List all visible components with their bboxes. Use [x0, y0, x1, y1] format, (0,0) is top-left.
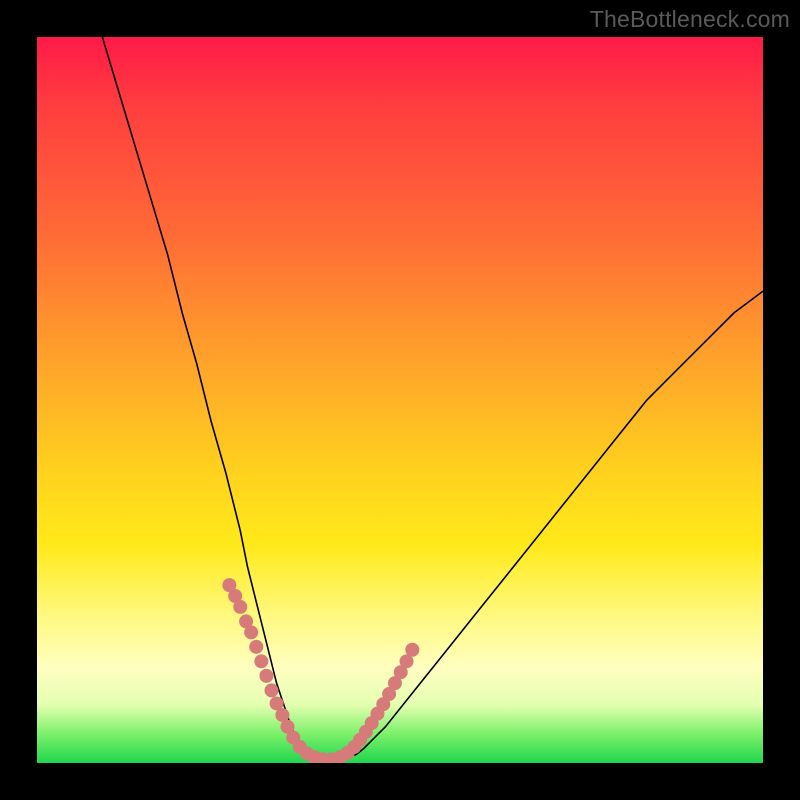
marker-dot: [254, 654, 268, 668]
marker-dots: [222, 578, 419, 763]
marker-dot: [259, 669, 273, 683]
curve-line: [102, 37, 763, 761]
marker-dot: [249, 640, 263, 654]
plot-area: [37, 37, 763, 763]
chart-svg: [37, 37, 763, 763]
marker-dot: [244, 625, 258, 639]
marker-dot: [405, 643, 419, 657]
watermark-text: TheBottleneck.com: [590, 6, 790, 33]
marker-dot: [233, 600, 247, 614]
marker-dot: [265, 683, 279, 697]
chart-frame: TheBottleneck.com: [0, 0, 800, 800]
